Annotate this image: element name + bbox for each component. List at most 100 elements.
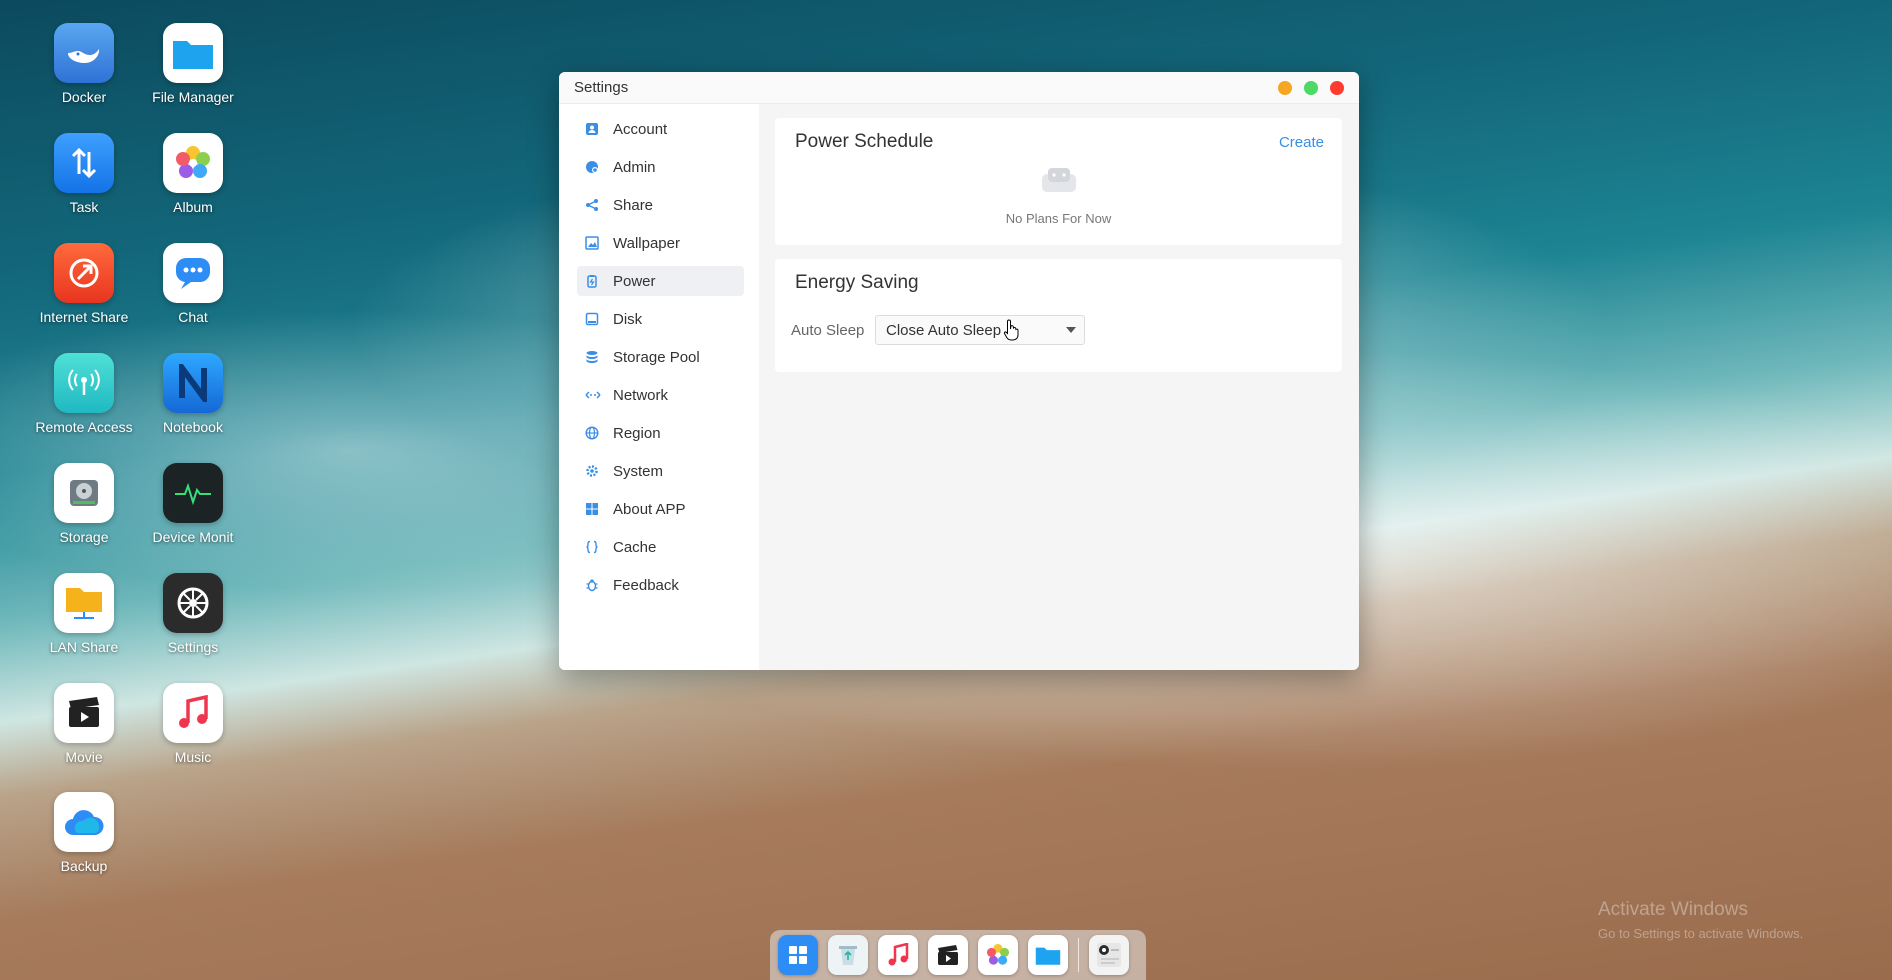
sidebar-item-network[interactable]: Network (577, 380, 744, 410)
desktop-icon-internet-share[interactable]: Internet Share (32, 243, 136, 325)
folder-icon (163, 23, 223, 83)
photos-flower-icon (163, 133, 223, 193)
maximize-button[interactable] (1304, 80, 1318, 95)
desktop-icon-label: Album (173, 199, 213, 215)
sidebar-item-share[interactable]: Share (577, 190, 744, 220)
desktop-icon-label: File Manager (152, 89, 234, 105)
sidebar-item-about-app[interactable]: About APP (577, 494, 744, 524)
admin-icon (585, 160, 599, 174)
dock-item-album[interactable] (978, 935, 1018, 975)
sidebar-item-system[interactable]: System (577, 456, 744, 486)
power-schedule-title: Power Schedule (795, 131, 934, 152)
sidebar-item-wallpaper[interactable]: Wallpaper (577, 228, 744, 258)
desktop-icon-label: Task (69, 199, 99, 215)
desktop-icon-music[interactable]: Music (141, 683, 245, 765)
chevron-down-icon (1066, 327, 1076, 333)
desktop-icon-device-monit[interactable]: Device Monit (141, 463, 245, 545)
sidebar-item-disk[interactable]: Disk (577, 304, 744, 334)
desktop-icon-movie[interactable]: Movie (32, 683, 136, 765)
sidebar-item-label: Share (613, 196, 654, 214)
sidebar-item-label: Admin (613, 158, 656, 176)
desktop-icon-chat[interactable]: Chat (141, 243, 245, 325)
settings-window-icon (1097, 943, 1121, 967)
sidebar-item-feedback[interactable]: Feedback (577, 570, 744, 600)
sidebar-item-label: Feedback (613, 576, 679, 594)
bug-icon (585, 578, 599, 592)
desktop-icon-lan-share[interactable]: LAN Share (32, 573, 136, 655)
desktop-icon-label: Remote Access (35, 419, 133, 435)
settings-content: Power Schedule Create No Plans For Now E… (775, 118, 1342, 386)
energy-saving-title: Energy Saving (795, 272, 919, 293)
auto-sleep-label: Auto Sleep (791, 322, 865, 339)
dock-item-recycle-bin[interactable] (828, 935, 868, 975)
close-button[interactable] (1330, 80, 1344, 95)
cloud-icon (54, 792, 114, 852)
dock (770, 930, 1146, 980)
desktop-icon-settings[interactable]: Settings (141, 573, 245, 655)
disk-icon (585, 312, 599, 326)
braces-icon (585, 540, 599, 554)
desktop-icon-file-manager[interactable]: File Manager (141, 23, 245, 105)
auto-sleep-select[interactable]: Close Auto Sleep (875, 315, 1085, 345)
transfer-arrows-icon (54, 133, 114, 193)
sidebar-item-label: Storage Pool (613, 348, 700, 366)
watermark-title: Activate Windows (1598, 899, 1748, 920)
desktop-icon-label: Music (174, 749, 212, 765)
desktop-icon-label: Internet Share (39, 309, 129, 325)
minimize-button[interactable] (1278, 80, 1292, 95)
dock-item-app-center[interactable] (778, 935, 818, 975)
sidebar-item-admin[interactable]: Admin (577, 152, 744, 182)
notebook-icon (163, 353, 223, 413)
dock-divider (1078, 938, 1079, 972)
sidebar-item-label: System (613, 462, 664, 480)
empty-state-text: No Plans For Now (1005, 211, 1112, 226)
dock-item-movie[interactable] (928, 935, 968, 975)
desktop-icon-task[interactable]: Task (32, 133, 136, 215)
sidebar-item-power[interactable]: Power (577, 266, 744, 296)
chat-bubble-icon (163, 243, 223, 303)
dock-item-file-manager[interactable] (1028, 935, 1068, 975)
desktop-icon-label: Settings (167, 639, 219, 655)
desktop-icon-label: LAN Share (49, 639, 119, 655)
sidebar-item-storage-pool[interactable]: Storage Pool (577, 342, 744, 372)
sidebar-item-label: Wallpaper (613, 234, 680, 252)
folder-icon (1035, 947, 1061, 965)
empty-state-icon (1038, 164, 1080, 196)
create-schedule-button[interactable]: Create (1279, 134, 1324, 151)
title-bar[interactable]: Settings (559, 72, 1359, 104)
desktop-icon-label: Docker (61, 89, 107, 105)
desktop-icon-label: Storage (59, 529, 109, 545)
sidebar-item-cache[interactable]: Cache (577, 532, 744, 562)
desktop-icon-docker[interactable]: Docker (32, 23, 136, 105)
broadcast-icon (54, 353, 114, 413)
desktop-icon-label: Notebook (163, 419, 223, 435)
sidebar-item-label: Disk (613, 310, 643, 328)
desktop-icon-notebook[interactable]: Notebook (141, 353, 245, 435)
desktop-icon-label: Chat (178, 309, 208, 325)
whale-icon (54, 23, 114, 83)
desktop-icon-label: Movie (65, 749, 103, 765)
sidebar-item-label: Account (613, 120, 668, 138)
desktop-icon-label: Backup (60, 858, 108, 874)
desktop-icon-album[interactable]: Album (141, 133, 245, 215)
database-icon (585, 350, 599, 364)
watermark-subtitle: Go to Settings to activate Windows. (1598, 926, 1804, 941)
sidebar-item-label: Network (613, 386, 669, 404)
activate-windows-watermark: Activate Windows Go to Settings to activ… (1598, 898, 1803, 946)
lan-folder-icon (54, 573, 114, 633)
sidebar-item-label: Power (613, 272, 656, 290)
auto-sleep-value: Close Auto Sleep (886, 321, 1002, 339)
desktop-icon-backup[interactable]: Backup (32, 792, 136, 874)
dock-item-music[interactable] (878, 935, 918, 975)
system-gear-icon (585, 464, 599, 478)
desktop-icon-remote-access[interactable]: Remote Access (32, 353, 136, 435)
settings-sidebar: Account Admin Share Wallpaper Power Disk… (559, 104, 759, 670)
sidebar-item-region[interactable]: Region (577, 418, 744, 448)
music-note-icon (163, 683, 223, 743)
windows-grid-icon (789, 946, 807, 964)
clapperboard-icon (938, 945, 958, 965)
dock-item-settings-window[interactable] (1089, 935, 1129, 975)
desktop-icon-storage[interactable]: Storage (32, 463, 136, 545)
sidebar-item-account[interactable]: Account (577, 114, 744, 144)
sidebar-item-label: Region (613, 424, 661, 442)
